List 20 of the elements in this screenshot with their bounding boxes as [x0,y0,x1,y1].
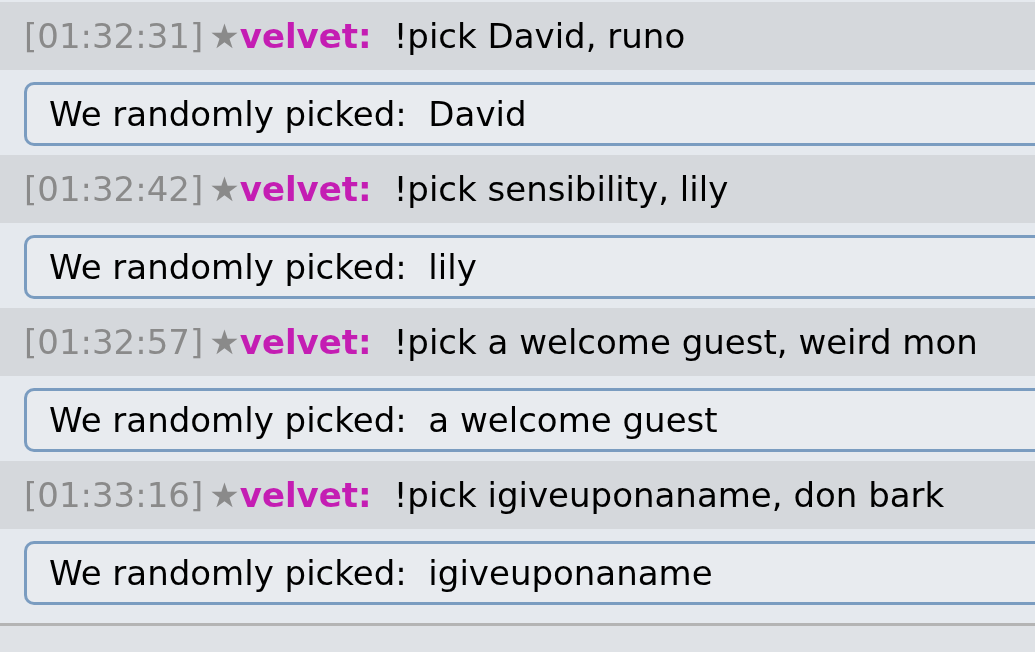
username: velvet: [239,14,372,58]
message-text: !pick David, runo [393,14,686,58]
message-text: !pick a welcome guest, weird mon [393,320,978,364]
timestamp: [01:32:57] [24,320,204,364]
rank-label: ★ [209,167,240,211]
timestamp: [01:32:42] [24,167,204,211]
bot-reply: We randomly picked: igiveuponaname [24,541,1035,605]
bot-reply: We randomly picked: a welcome guest [24,388,1035,452]
rank-label: ★ [209,14,240,58]
message-text: !pick sensibility, lily [393,167,729,211]
bot-reply: We randomly picked: David [24,82,1035,146]
bot-reply: We randomly picked: lily [24,235,1035,299]
username: velvet: [239,473,372,517]
timestamp: [01:32:31] [24,14,204,58]
rank-label: ★ [209,320,240,364]
timestamp: [01:33:16] [24,473,204,517]
username: velvet: [239,167,372,211]
rank-label: ★ [209,473,240,517]
username: velvet: [239,320,372,364]
message-text: !pick igiveuponaname, don bark [393,473,945,517]
